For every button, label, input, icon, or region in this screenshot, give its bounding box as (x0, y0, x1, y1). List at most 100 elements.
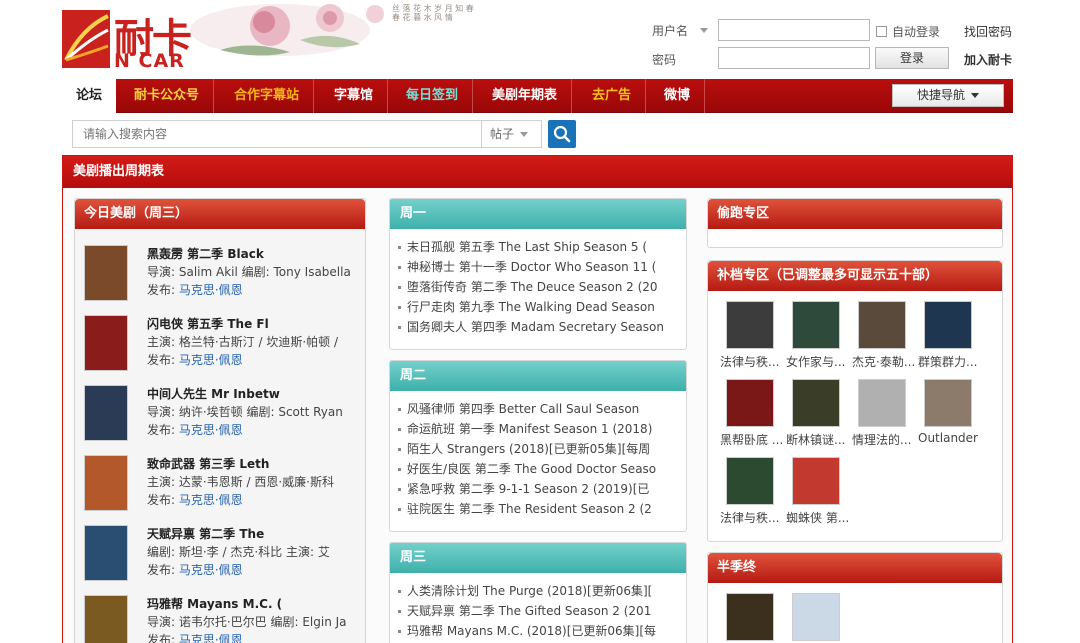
backfill-caption[interactable]: 法律与秩... (720, 353, 784, 370)
backfill-caption[interactable]: 杰克·泰勒... (852, 353, 916, 370)
day-list-item[interactable]: 末日孤舰 第五季 The Last Ship Season 5 ( (398, 237, 686, 257)
show-title[interactable]: 中间人先生 Mr Inbetw (147, 385, 280, 402)
day-list-item[interactable]: 驻院医生 第二季 The Resident Season 2 (2 (398, 499, 686, 519)
show-item[interactable]: 玛雅帮 Mayans M.C. (导演: 诺韦尔托·巴尔巴 编剧: Elgin … (84, 595, 364, 643)
show-item[interactable]: 中间人先生 Mr Inbetw 导演: 纳许·埃哲顿 编剧: Scott Ryan… (84, 385, 364, 447)
publisher-link[interactable]: 马克思·佩恩 (179, 563, 243, 577)
show-poster[interactable] (84, 595, 128, 643)
backfill-thumb[interactable] (792, 301, 840, 349)
day-item-text[interactable]: 驻院医生 第二季 The Resident Season 2 (2 (407, 502, 652, 516)
backfill-thumb[interactable] (792, 379, 840, 427)
forgot-password-link[interactable]: 找回密码 (964, 23, 1012, 40)
day-item-text[interactable]: 玛雅帮 Mayans M.C. (2018)[已更新06集][每 (407, 624, 656, 638)
day-list-item[interactable]: 风骚律师 第四季 Better Call Saul Season (398, 399, 686, 419)
backfill-thumb[interactable] (858, 379, 906, 427)
day-item-text[interactable]: 风骚律师 第四季 Better Call Saul Season (407, 402, 639, 416)
day-item-text[interactable]: 天赋异禀 第二季 The Gifted Season 2 (201 (407, 604, 651, 618)
backfill-caption[interactable]: 断林镇谜... (786, 431, 850, 448)
day-list-item[interactable]: 命运航班 第一季 Manifest Season 1 (2018) (398, 419, 686, 439)
show-item[interactable]: 致命武器 第三季 Leth 主演: 达蒙·韦恩斯 / 西恩·威廉·斯科 发布: 马克… (84, 455, 364, 517)
backfill-thumb[interactable] (726, 457, 774, 505)
login-button[interactable]: 登录 (875, 47, 949, 69)
day-item-text[interactable]: 陌生人 Strangers (2018)[已更新05集][每周 (407, 442, 650, 456)
nav-item-forum[interactable]: 论坛 (62, 79, 117, 113)
day-item-text[interactable]: 好医生/良医 第二季 The Good Doctor Seaso (407, 462, 656, 476)
show-title[interactable]: 天赋异禀 第二季 The (147, 525, 264, 542)
day-list-item[interactable]: 神秘博士 第十一季 Doctor Who Season 11 ( (398, 257, 686, 277)
publisher-link[interactable]: 马克思·佩恩 (179, 633, 243, 643)
day-list-item[interactable]: 人类清除计划 The Purge (2018)[更新06集][ (398, 581, 686, 601)
nav-item-wechat[interactable]: 耐卡公众号 (120, 79, 215, 113)
publisher-link[interactable]: 马克思·佩恩 (179, 493, 243, 507)
day-item-text[interactable]: 堕落街传奇 第二季 The Deuce Season 2 (20 (407, 280, 658, 294)
nav-item-drama-calendar[interactable]: 美剧年期表 (478, 79, 573, 113)
backfill-box: 补档专区（已调整最多可显示五十部） 法律与秩... 女作家与... 杰克·泰勒...… (707, 260, 1003, 542)
username-dropdown-icon[interactable] (700, 28, 708, 33)
backfill-thumb[interactable] (792, 457, 840, 505)
publisher-link[interactable]: 马克思·佩恩 (179, 283, 243, 297)
quick-nav-dropdown[interactable]: 快捷导航 (892, 84, 1004, 107)
join-link[interactable]: 加入耐卡 (964, 51, 1012, 68)
day-list-item[interactable]: 天赋异禀 第二季 The Gifted Season 2 (201 (398, 601, 686, 621)
day-item-text[interactable]: 命运航班 第一季 Manifest Season 1 (2018) (407, 422, 652, 436)
show-item[interactable]: 天赋异禀 第二季 The 编剧: 斯坦·李 / 杰克·科比 主演: 艾发布: 马克… (84, 525, 364, 587)
day-item-text[interactable]: 紧急呼救 第二季 9-1-1 Season 2 (2019)[已 (407, 482, 649, 496)
backfill-thumb[interactable] (924, 301, 972, 349)
bullet-icon (398, 286, 401, 289)
show-publisher: 发布: 马克思·佩恩 (147, 281, 243, 298)
half-season-thumb[interactable] (726, 593, 774, 641)
nav-item-subtitle-hall[interactable]: 字幕馆 (320, 79, 389, 113)
nav-item-partner-subs[interactable]: 合作字幕站 (220, 79, 315, 113)
show-item[interactable]: 闪电侠 第五季 The Fl 主演: 格兰特·古斯汀 / 坎迪斯·帕顿 / 发布: … (84, 315, 364, 377)
backfill-thumb[interactable] (924, 379, 972, 427)
day-item-text[interactable]: 人类清除计划 The Purge (2018)[更新06集][ (407, 584, 652, 598)
day-list-item[interactable]: 国务卿夫人 第四季 Madam Secretary Season (398, 317, 686, 337)
backfill-thumb[interactable] (726, 379, 774, 427)
show-item[interactable]: 黑轰雳 第二季 Black 导演: Salim Akil 编剧: Tony Isa… (84, 245, 364, 307)
search-button[interactable] (548, 120, 576, 148)
day-list-item[interactable]: 玛雅帮 Mayans M.C. (2018)[已更新06集][每 (398, 621, 686, 641)
show-poster[interactable] (84, 315, 128, 371)
nav-item-weibo[interactable]: 微博 (650, 79, 706, 113)
show-poster[interactable] (84, 525, 128, 581)
nav-item-daily-checkin[interactable]: 每日签到 (392, 79, 474, 113)
day-list-item[interactable]: 堕落街传奇 第二季 The Deuce Season 2 (20 (398, 277, 686, 297)
site-logo[interactable]: 耐卡 N CAR (62, 8, 197, 72)
search-input[interactable] (72, 120, 482, 148)
show-poster[interactable] (84, 245, 128, 301)
show-poster[interactable] (84, 385, 128, 441)
day-list-tue: 风骚律师 第四季 Better Call Saul Season 命运航班 第一季… (390, 391, 686, 519)
day-item-text[interactable]: 末日孤舰 第五季 The Last Ship Season 5 ( (407, 240, 647, 254)
search-type-select[interactable]: 帖子 (482, 120, 542, 148)
backfill-caption[interactable]: 女作家与... (786, 353, 850, 370)
backfill-caption[interactable]: 群策群力... (918, 353, 982, 370)
nav-item-remove-ads[interactable]: 去广告 (578, 79, 647, 113)
backfill-caption[interactable]: 法律与秩... (720, 509, 784, 526)
day-item-text[interactable]: 神秘博士 第十一季 Doctor Who Season 11 ( (407, 260, 656, 274)
day-list-item[interactable]: 好医生/良医 第二季 The Good Doctor Seaso (398, 459, 686, 479)
publisher-link[interactable]: 马克思·佩恩 (179, 423, 243, 437)
day-item-text[interactable]: 国务卿夫人 第四季 Madam Secretary Season (407, 320, 664, 334)
publisher-label: 发布: (147, 423, 179, 437)
day-list-item[interactable]: 行尸走肉 第九季 The Walking Dead Season (398, 297, 686, 317)
show-title[interactable]: 闪电侠 第五季 The Fl (147, 315, 269, 332)
backfill-caption[interactable]: Outlander ... (918, 431, 982, 445)
backfill-thumb[interactable] (726, 301, 774, 349)
backfill-caption[interactable]: 情理法的... (852, 431, 916, 448)
auto-login-checkbox[interactable] (876, 26, 887, 37)
show-title[interactable]: 致命武器 第三季 Leth (147, 455, 269, 472)
day-list-item[interactable]: 紧急呼救 第二季 9-1-1 Season 2 (2019)[已 (398, 479, 686, 499)
day-item-text[interactable]: 行尸走肉 第九季 The Walking Dead Season (407, 300, 655, 314)
password-input[interactable] (718, 47, 870, 69)
show-poster[interactable] (84, 455, 128, 511)
day-list-item[interactable]: 陌生人 Strangers (2018)[已更新05集][每周 (398, 439, 686, 459)
bullet-icon (398, 428, 401, 431)
show-title[interactable]: 玛雅帮 Mayans M.C. ( (147, 595, 282, 612)
username-input[interactable] (718, 19, 870, 41)
publisher-link[interactable]: 马克思·佩恩 (179, 353, 243, 367)
show-title[interactable]: 黑轰雳 第二季 Black (147, 245, 264, 262)
backfill-caption[interactable]: 黑帮卧底 ... (720, 431, 784, 448)
backfill-thumb[interactable] (858, 301, 906, 349)
half-season-thumb[interactable] (792, 593, 840, 641)
backfill-caption[interactable]: 蜘蛛侠 第... (786, 509, 850, 526)
